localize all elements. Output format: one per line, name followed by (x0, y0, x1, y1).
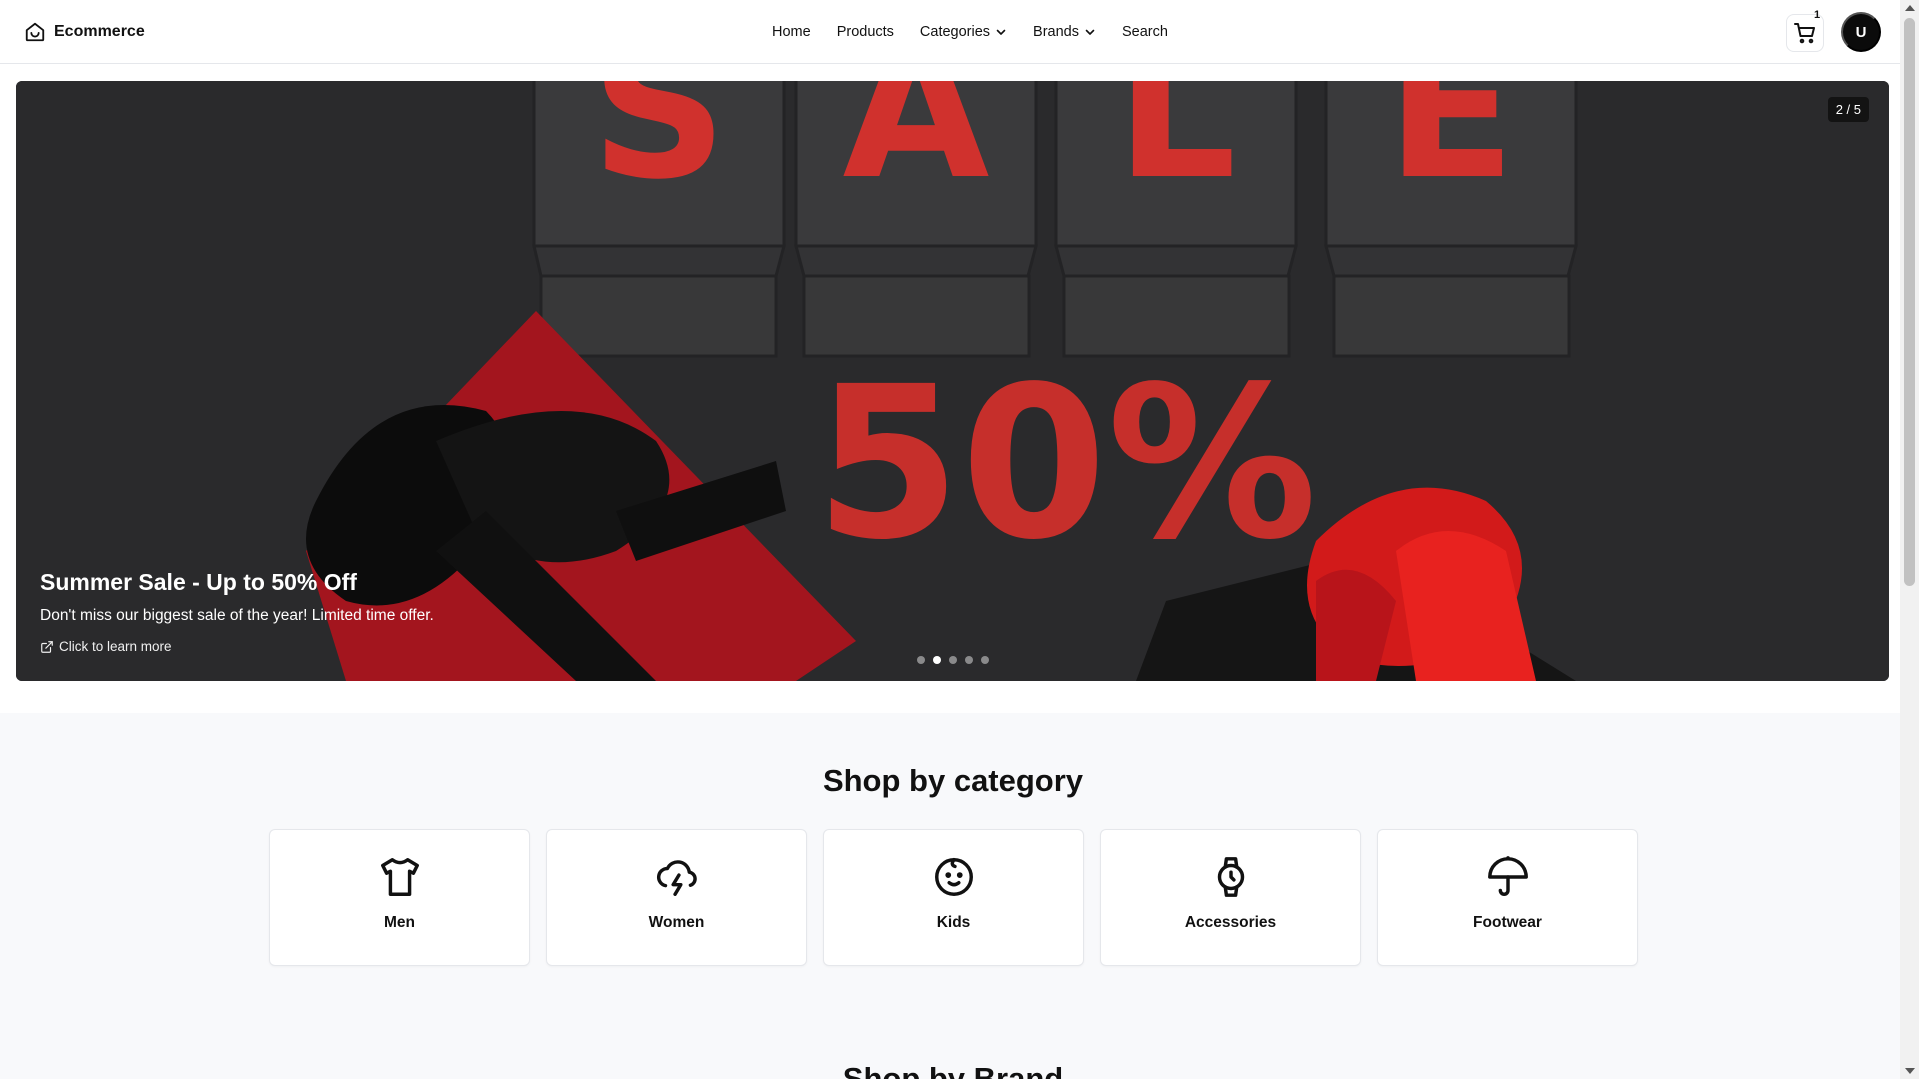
carousel-dots (917, 656, 989, 664)
main-nav: Home Products Categories Brands Search (772, 20, 1168, 44)
hero-learn-more-label: Click to learn more (59, 639, 172, 654)
page-scrollbar[interactable] (1900, 0, 1919, 1079)
carousel-dot-2[interactable] (933, 656, 941, 664)
nav-products[interactable]: Products (837, 24, 894, 40)
cloud-lightning-icon (656, 860, 697, 896)
nav-brands[interactable]: Brands (1033, 24, 1096, 40)
category-cards: Men Women Kids Accessories Footwear (269, 829, 1638, 966)
cart-count-badge: 1 (1814, 9, 1821, 21)
shopping-cart-icon (1794, 23, 1815, 44)
nav-search[interactable]: Search (1122, 24, 1168, 40)
category-label-footwear: Footwear (1473, 914, 1542, 931)
brand-section-title: Shop by Brand (842, 1061, 1064, 1079)
user-avatar[interactable]: U (1841, 12, 1881, 52)
baby-face-icon (934, 858, 973, 896)
carousel-dot-3[interactable] (949, 656, 957, 664)
slide-counter: 2 / 5 (1827, 97, 1869, 122)
sale-letter-s: S (591, 81, 728, 221)
category-section: Shop by category Men Women Kids Accessor… (0, 713, 1900, 1079)
external-link-icon (41, 640, 53, 653)
shirt-icon (380, 858, 419, 896)
umbrella-icon (1487, 856, 1528, 896)
sale-percent: 50% (815, 341, 1318, 586)
chevron-down-icon (996, 29, 1006, 35)
chevron-down-icon (1085, 29, 1095, 35)
category-section-title: Shop by category (822, 763, 1084, 798)
site-header: Ecommerce Home Products Categories Brand… (0, 0, 1900, 64)
category-card-footwear[interactable]: Footwear (1377, 829, 1638, 966)
sale-letter-e: E (1386, 81, 1516, 221)
scroll-down-arrow-icon[interactable] (1905, 1068, 1915, 1074)
brand-name: Ecommerce (54, 23, 145, 40)
category-card-kids[interactable]: Kids (823, 829, 1084, 966)
nav-categories[interactable]: Categories (920, 24, 1007, 40)
sale-letter-l: L (1115, 81, 1236, 221)
nav-search-label: Search (1122, 24, 1168, 40)
nav-home-label: Home (772, 24, 811, 40)
watch-icon (1217, 857, 1244, 897)
category-card-accessories[interactable]: Accessories (1100, 829, 1361, 966)
nav-home[interactable]: Home (772, 24, 811, 40)
nav-brands-label: Brands (1033, 24, 1079, 40)
nav-products-label: Products (836, 24, 894, 40)
carousel-dot-1[interactable] (917, 656, 925, 664)
category-label-kids: Kids (936, 914, 971, 931)
hero-carousel[interactable]: S A L E 50% 2 / 5 Summer Sale - Up to 50… (16, 81, 1889, 681)
category-label-men: Men (384, 914, 415, 931)
carousel-dot-5[interactable] (981, 656, 989, 664)
sale-letter-a: A (842, 81, 989, 221)
hero-learn-more-link[interactable]: Click to learn more (40, 639, 172, 654)
category-card-women[interactable]: Women (546, 829, 807, 966)
carousel-dot-4[interactable] (965, 656, 973, 664)
brand-logo[interactable]: Ecommerce (24, 20, 145, 44)
category-card-men[interactable]: Men (269, 829, 530, 966)
hero-title: Summer Sale - Up to 50% Off (40, 569, 357, 595)
scroll-up-arrow-icon[interactable] (1905, 5, 1915, 11)
category-label-women: Women (648, 914, 705, 931)
category-label-accessories: Accessories (1184, 914, 1277, 931)
scroll-thumb[interactable] (1904, 18, 1915, 586)
store-icon (25, 22, 45, 42)
nav-categories-label: Categories (919, 24, 991, 40)
hero-subtitle: Don't miss our biggest sale of the year!… (40, 607, 434, 624)
